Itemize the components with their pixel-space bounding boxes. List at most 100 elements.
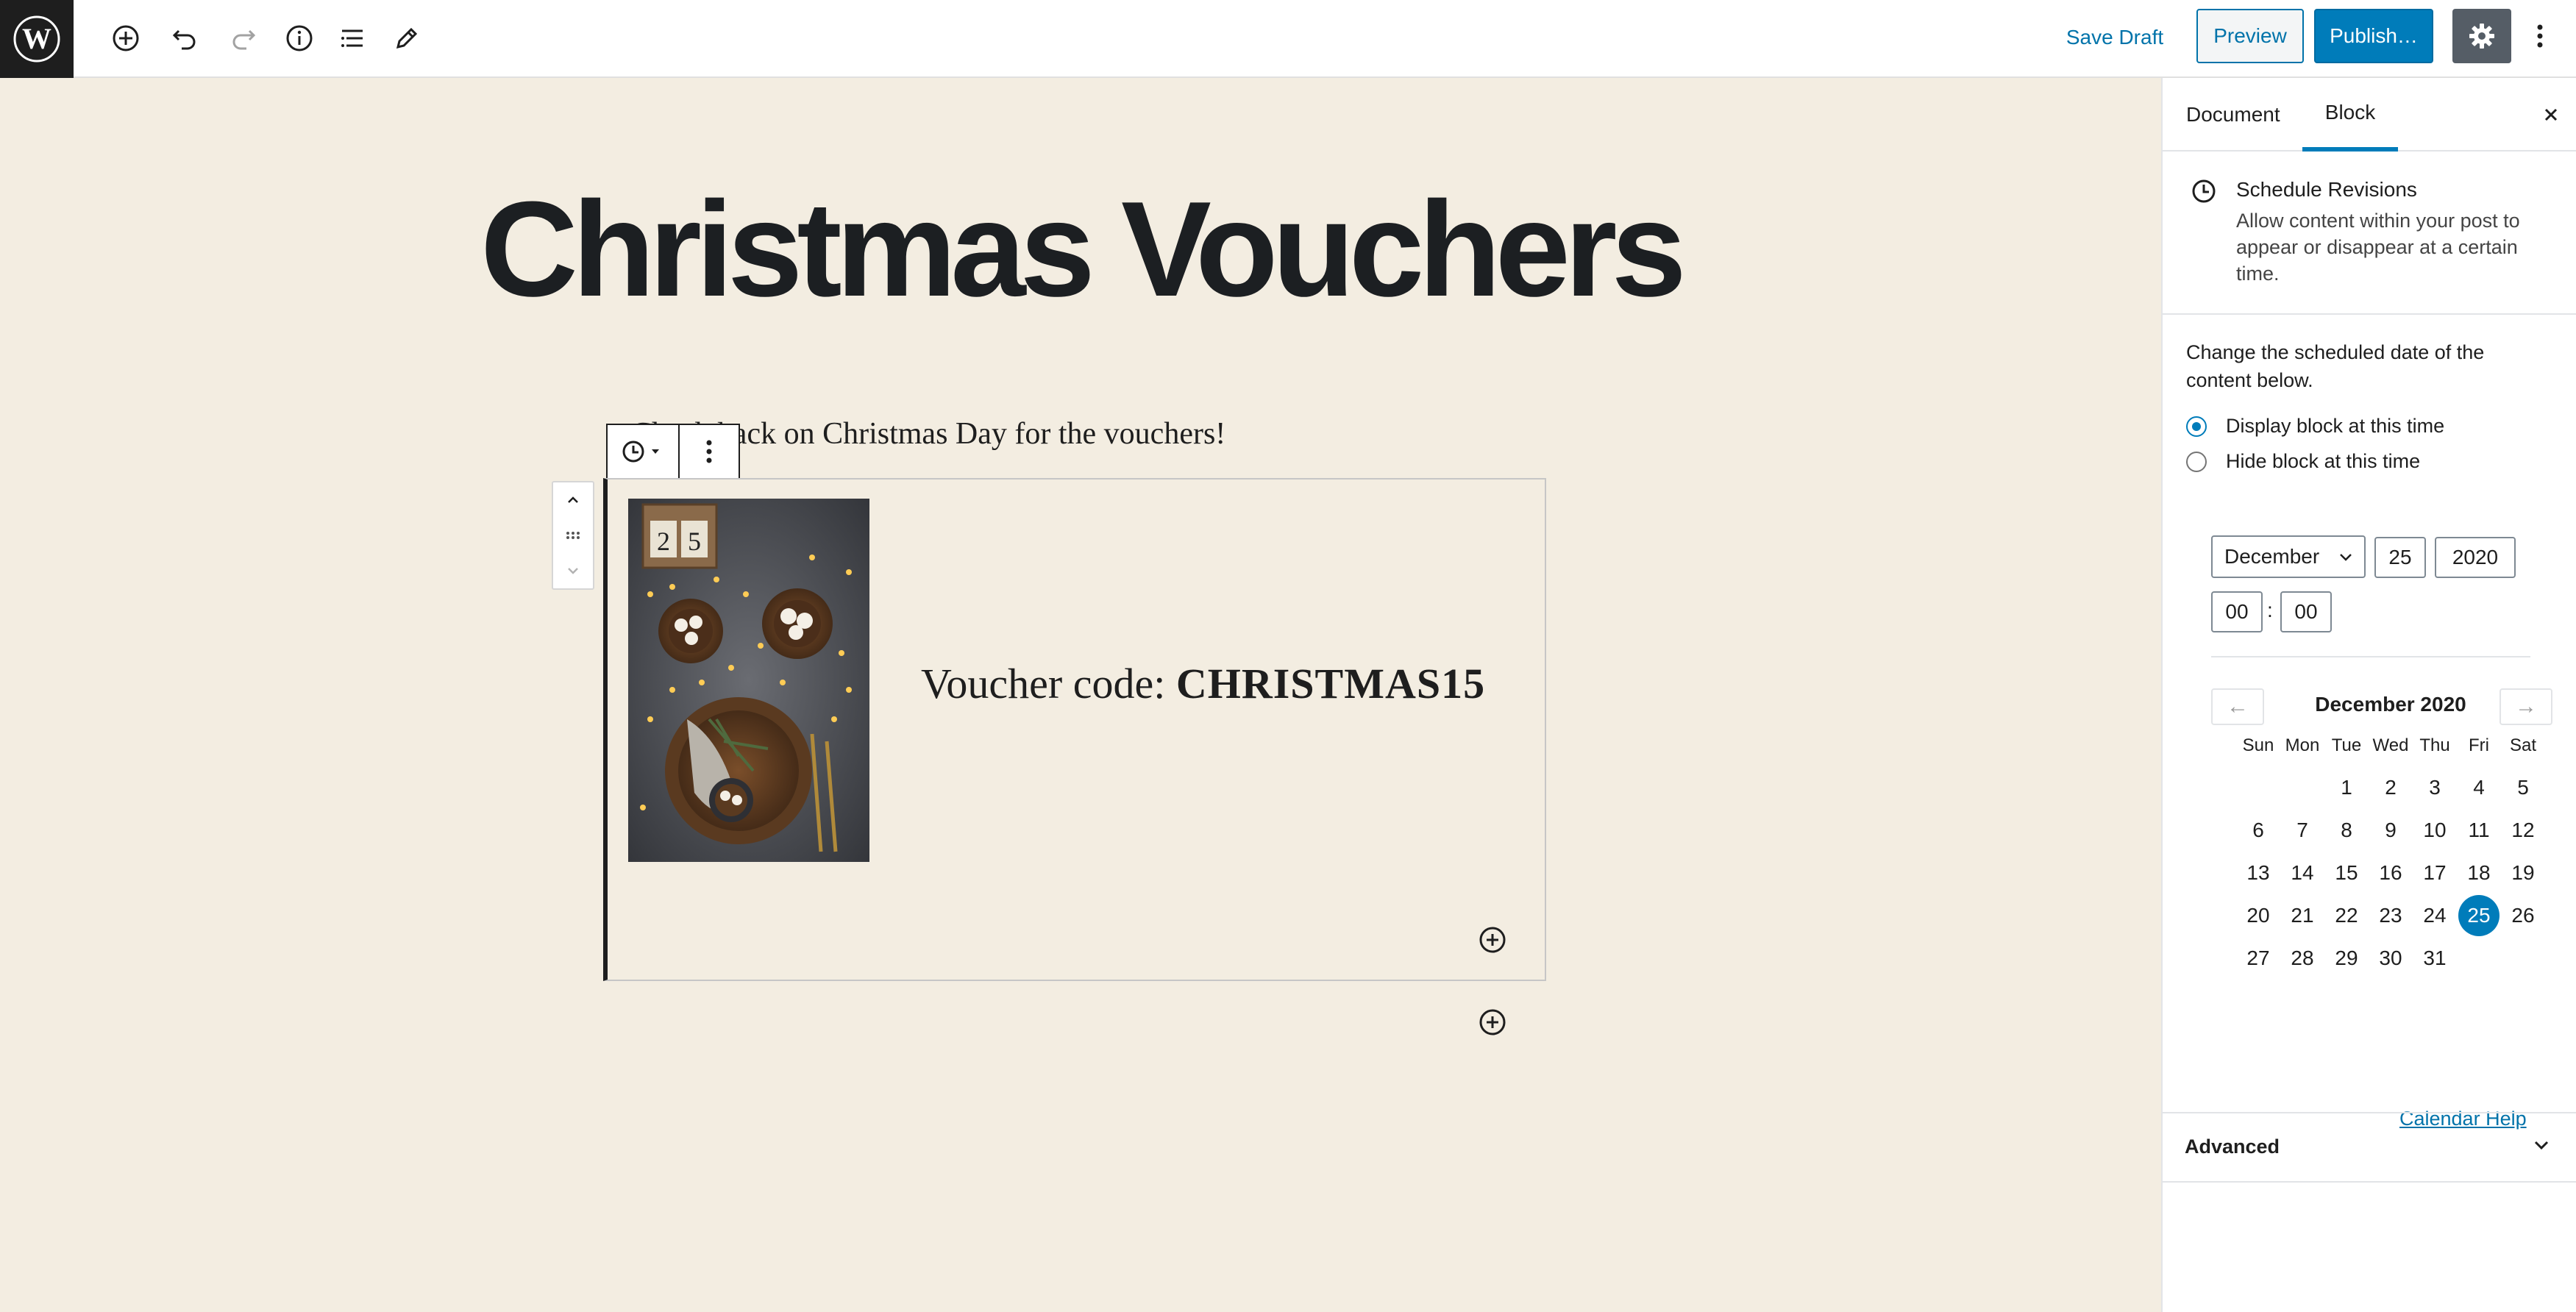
hour-input[interactable]: 00 (2211, 591, 2263, 632)
calendar-day[interactable]: 12 (2501, 809, 2545, 852)
calendar-day[interactable]: 26 (2501, 894, 2545, 937)
redo-icon[interactable] (224, 18, 263, 58)
divider (2211, 656, 2530, 657)
calendar-day[interactable]: 27 (2236, 937, 2280, 980)
calendar-day[interactable]: 29 (2324, 937, 2369, 980)
calendar-day[interactable]: 30 (2369, 937, 2413, 980)
move-down-button[interactable] (553, 553, 593, 588)
calendar-day-label: 23 (2379, 904, 2402, 927)
calendar-day[interactable]: 7 (2280, 809, 2324, 852)
info-icon[interactable] (280, 18, 319, 58)
calendar-day[interactable]: 6 (2236, 809, 2280, 852)
voucher-image[interactable]: 2 5 (628, 499, 869, 862)
move-up-button[interactable] (553, 482, 593, 518)
calendar-day[interactable]: 17 (2413, 852, 2457, 894)
minute-input[interactable]: 00 (2280, 591, 2332, 632)
calendar-day[interactable]: 19 (2501, 852, 2545, 894)
month-select[interactable]: December (2211, 535, 2366, 578)
svg-text:W: W (22, 22, 51, 55)
radio-display-input[interactable] (2186, 416, 2207, 437)
calendar-day-label: 7 (2296, 819, 2308, 841)
calendar-week: 20 21 22 23 24 25 26 (2236, 894, 2545, 937)
calendar-day[interactable]: 13 (2236, 852, 2280, 894)
calendar-day-label: 5 (2517, 776, 2529, 799)
calendar-day[interactable]: 24 (2413, 894, 2457, 937)
calendar-day-label: 6 (2252, 819, 2264, 841)
preview-button[interactable]: Preview (2196, 9, 2304, 63)
calendar-day[interactable]: 1 (2324, 766, 2369, 809)
outline-icon[interactable] (332, 18, 372, 58)
block-more-options-button[interactable] (680, 425, 739, 478)
calendar-day-label: 31 (2423, 946, 2447, 969)
calendar-day[interactable]: 28 (2280, 937, 2324, 980)
more-options-icon (2537, 24, 2543, 48)
calendar-day[interactable]: 2 (2369, 766, 2413, 809)
calendar-day-label: 12 (2511, 819, 2535, 841)
calendar-day-label: 1 (2341, 776, 2352, 799)
save-draft-button[interactable]: Save Draft (2052, 13, 2177, 62)
advanced-panel-toggle[interactable]: Advanced (2163, 1112, 2576, 1183)
calendar-day[interactable]: 10 (2413, 809, 2457, 852)
calendar-day-selected[interactable]: 25 (2457, 894, 2501, 937)
calendar-day[interactable]: 21 (2280, 894, 2324, 937)
calendar-day-label: 18 (2467, 861, 2491, 884)
day-input[interactable]: 25 (2374, 537, 2426, 578)
block-inserter[interactable] (1478, 1008, 1507, 1037)
calendar-day[interactable]: 22 (2324, 894, 2369, 937)
calendar-day[interactable]: 31 (2413, 937, 2457, 980)
inner-block-inserter[interactable] (1478, 925, 1507, 955)
calendar-weeks: 1 2 3 4 5 6 7 8 9 10 11 12 13 14 15 16 17 18 19 20 21 22 23 24 2… (2236, 766, 2545, 980)
tab-block[interactable]: Block (2302, 78, 2398, 151)
calendar-week: 6 7 8 9 10 11 12 (2236, 809, 2545, 852)
add-block-icon (1479, 927, 1506, 953)
weekday-label: Thu (2419, 735, 2450, 755)
tab-document[interactable]: Document (2186, 78, 2280, 151)
calendar-day[interactable]: 5 (2501, 766, 2545, 809)
calendar-day[interactable]: 18 (2457, 852, 2501, 894)
calendar-day-label: 19 (2511, 861, 2535, 884)
close-sidebar-button[interactable] (2536, 100, 2566, 129)
calendar-day[interactable]: 16 (2369, 852, 2413, 894)
calendar-day[interactable]: 3 (2413, 766, 2457, 809)
radio-display[interactable]: Display block at this time (2186, 415, 2444, 438)
radio-hide-input[interactable] (2186, 451, 2207, 472)
calendar-empty-cell (2457, 937, 2501, 980)
calendar-day-label: 26 (2511, 904, 2535, 927)
calendar-day[interactable]: 15 (2324, 852, 2369, 894)
add-block-icon[interactable] (106, 18, 146, 58)
calendar-day-label: 29 (2335, 946, 2358, 969)
post-title[interactable]: Christmas Vouchers (0, 181, 2161, 316)
drag-handle[interactable] (553, 518, 593, 553)
edit-mode-icon[interactable] (387, 18, 427, 58)
calendar-day-label: 3 (2429, 776, 2441, 799)
more-vertical-icon (706, 440, 712, 463)
year-input[interactable]: 2020 (2435, 537, 2516, 578)
calendar-day[interactable]: 9 (2369, 809, 2413, 852)
calendar-day[interactable]: 20 (2236, 894, 2280, 937)
svg-text:5: 5 (688, 527, 701, 556)
calendar-day[interactable]: 8 (2324, 809, 2369, 852)
calendar-day-label: 16 (2379, 861, 2402, 884)
calendar-day-label: 4 (2473, 776, 2485, 799)
calendar-day[interactable]: 4 (2457, 766, 2501, 809)
undo-icon[interactable] (165, 18, 204, 58)
calendar-day-label: 28 (2291, 946, 2314, 969)
voucher-text[interactable]: Voucher code: CHRISTMAS15 (921, 659, 1485, 708)
editor-top-toolbar: W Save Draft Preview Publish… (0, 0, 2576, 78)
calendar-month-title: December 2020 (2315, 693, 2466, 716)
calendar-day[interactable]: 14 (2280, 852, 2324, 894)
prev-month-button[interactable]: ← (2211, 688, 2264, 725)
calendar-day[interactable]: 11 (2457, 809, 2501, 852)
block-toolbar (606, 424, 740, 479)
publish-button[interactable]: Publish… (2314, 9, 2433, 63)
weekday-label: Sun (2242, 735, 2274, 755)
schedule-block-button[interactable] (608, 425, 680, 478)
next-month-button[interactable]: → (2499, 688, 2552, 725)
wordpress-logo[interactable]: W (0, 0, 74, 78)
settings-button[interactable] (2452, 9, 2511, 63)
chevron-down-icon (568, 568, 578, 574)
radio-hide[interactable]: Hide block at this time (2186, 450, 2420, 473)
calendar-day[interactable]: 23 (2369, 894, 2413, 937)
weekday-label: Mon (2285, 735, 2320, 755)
more-options-button[interactable] (2523, 9, 2557, 63)
